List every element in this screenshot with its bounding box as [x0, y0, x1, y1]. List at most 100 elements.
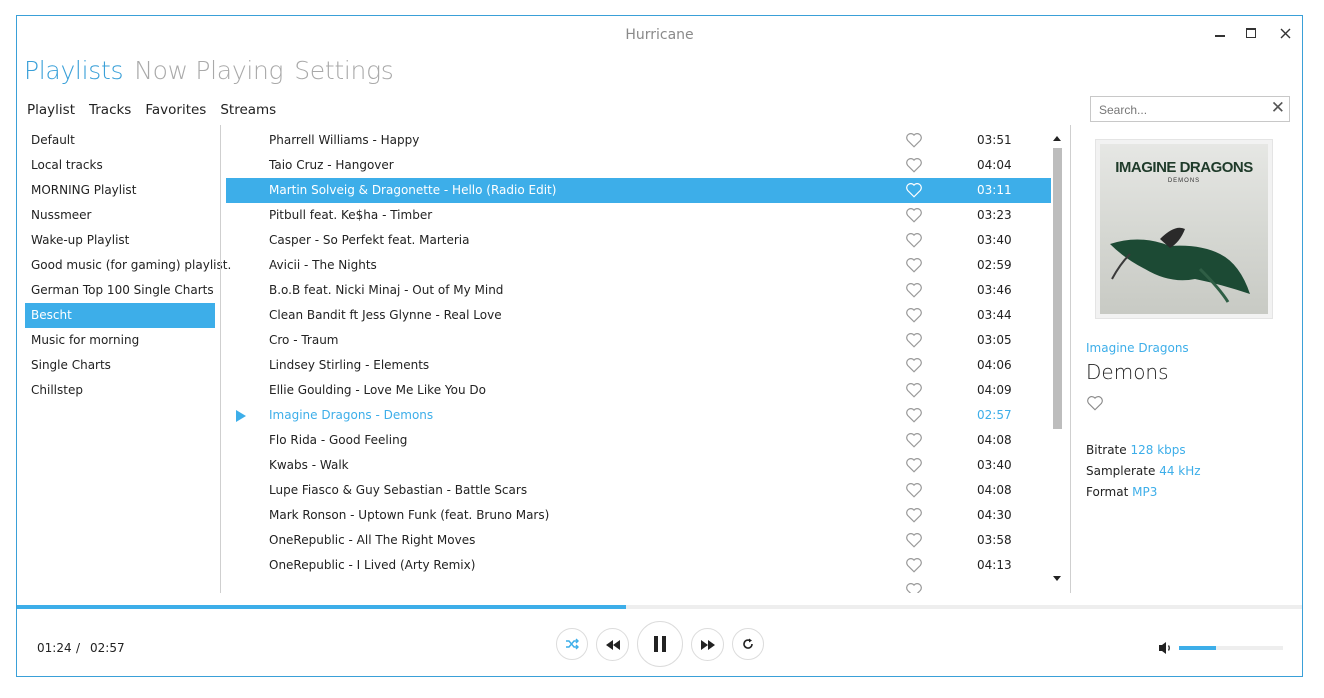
- repeat-button[interactable]: [732, 628, 764, 660]
- tab-now-playing[interactable]: Now Playing: [134, 56, 283, 85]
- title-bar[interactable]: Hurricane: [17, 16, 1302, 54]
- shuffle-icon: [566, 638, 579, 650]
- heart-icon[interactable]: [905, 281, 923, 299]
- track-duration: 04:30: [977, 508, 1012, 522]
- scroll-down-icon[interactable]: [1053, 576, 1061, 581]
- track-row[interactable]: OneRepublic - All The Right Moves 03:58: [226, 528, 1051, 553]
- maximize-button[interactable]: [1236, 22, 1266, 44]
- minimize-button[interactable]: [1205, 22, 1235, 44]
- volume-fill: [1179, 646, 1217, 650]
- playlist-item[interactable]: Good music (for gaming) playlist.: [25, 253, 231, 278]
- main-tabs: Playlists Now Playing Settings: [24, 56, 405, 85]
- heart-icon[interactable]: [905, 181, 923, 199]
- close-icon: [1280, 28, 1290, 38]
- track-title: Casper - So Perfekt feat. Marteria: [269, 233, 470, 247]
- close-button[interactable]: [1270, 22, 1300, 44]
- heart-icon[interactable]: [905, 331, 923, 349]
- track-title: Ellie Goulding - Love Me Like You Do: [269, 383, 486, 397]
- heart-icon[interactable]: [905, 406, 923, 424]
- subtab-tracks[interactable]: Tracks: [89, 102, 131, 118]
- favorite-heart-icon[interactable]: [1086, 394, 1104, 412]
- current-time: 01:24: [37, 641, 72, 655]
- pause-button[interactable]: [637, 621, 683, 667]
- heart-icon[interactable]: [905, 456, 923, 474]
- next-button[interactable]: [691, 628, 724, 661]
- playlist-item[interactable]: Nussmeer: [25, 203, 215, 228]
- playlist-item[interactable]: Bescht: [25, 303, 215, 328]
- cover-band-text: IMAGINE DRAGONS: [1115, 159, 1253, 176]
- subtab-streams[interactable]: Streams: [220, 102, 276, 118]
- heart-icon[interactable]: [905, 131, 923, 149]
- volume-slider[interactable]: [1179, 646, 1283, 650]
- playlist-item[interactable]: MORNING Playlist: [25, 178, 215, 203]
- heart-icon[interactable]: [905, 306, 923, 324]
- track-duration: 03:58: [977, 533, 1012, 547]
- track-row[interactable]: Ellie Goulding - Love Me Like You Do 04:0…: [226, 378, 1051, 403]
- heart-icon[interactable]: [905, 581, 923, 593]
- track-row[interactable]: Taio Cruz - Hangover 04:04: [226, 153, 1051, 178]
- track-duration: 02:59: [977, 258, 1012, 272]
- heart-icon[interactable]: [905, 556, 923, 574]
- track-row[interactable]: Mark Ronson - Uptown Funk (feat. Bruno M…: [226, 503, 1051, 528]
- track-row[interactable]: Avicii - The Nights 02:59: [226, 253, 1051, 278]
- track-scrollbar[interactable]: [1051, 128, 1065, 593]
- playlist-item[interactable]: Music for morning: [25, 328, 215, 353]
- track-duration: 04:13: [977, 558, 1012, 572]
- track-duration: 04:09: [977, 383, 1012, 397]
- track-duration: 04:08: [977, 433, 1012, 447]
- track-title: Imagine Dragons - Demons: [269, 408, 434, 422]
- scroll-up-icon[interactable]: [1053, 136, 1061, 141]
- volume-icon[interactable]: [1158, 641, 1174, 655]
- track-title: Pitbull feat. Ke$ha - Timber: [269, 208, 433, 222]
- playlist-list: Default Local tracks MORNING Playlist Nussm…: [25, 128, 231, 403]
- track-row[interactable]: Imagine Dragons - Demons 02:57: [226, 403, 1051, 428]
- playlist-item[interactable]: Chillstep: [25, 378, 215, 403]
- playlist-item[interactable]: Wake-up Playlist: [25, 228, 215, 253]
- track-row[interactable]: B.o.B feat. Nicki Minaj - Out of My Mind…: [226, 278, 1051, 303]
- clear-search-icon[interactable]: ✕: [1271, 98, 1285, 118]
- track-row[interactable]: Martin Solveig & Dragonette - Hello (Rad…: [226, 178, 1051, 203]
- heart-icon[interactable]: [905, 381, 923, 399]
- track-row[interactable]: Lindsey Stirling - Elements 04:06: [226, 353, 1051, 378]
- track-row[interactable]: Flo Rida - Good Feeling 04:08: [226, 428, 1051, 453]
- bitrate-value: 128 kbps: [1130, 443, 1186, 457]
- track-duration: 03:40: [977, 233, 1012, 247]
- track-row[interactable]: Casper - So Perfekt feat. Marteria 03:40: [226, 228, 1051, 253]
- shuffle-button[interactable]: [556, 628, 588, 660]
- progress-bar[interactable]: [17, 605, 1302, 609]
- heart-icon[interactable]: [905, 206, 923, 224]
- track-row[interactable]: OneRepublic - I Lived (Arty Remix) 04:13: [226, 553, 1051, 578]
- playlist-item[interactable]: German Top 100 Single Charts: [25, 278, 215, 303]
- track-row[interactable]: Cro - Traum 03:05: [226, 328, 1051, 353]
- track-row[interactable]: Lupe Fiasco & Guy Sebastian - Battle Sca…: [226, 478, 1051, 503]
- playlist-item[interactable]: Single Charts: [25, 353, 215, 378]
- track-row[interactable]: Pharrell Williams - Happy 03:51: [226, 128, 1051, 153]
- now-playing-indicator-icon: [236, 410, 246, 422]
- scrollbar-thumb[interactable]: [1053, 148, 1062, 429]
- track-row[interactable]: Kwabs - Walk 03:40: [226, 453, 1051, 478]
- heart-icon[interactable]: [905, 531, 923, 549]
- tab-settings[interactable]: Settings: [294, 56, 394, 85]
- playlist-item[interactable]: Local tracks: [25, 153, 215, 178]
- subtab-playlist[interactable]: Playlist: [27, 102, 75, 118]
- previous-icon: [605, 639, 620, 650]
- track-row[interactable]: Clean Bandit ft Jess Glynne - Real Love 0…: [226, 303, 1051, 328]
- heart-icon[interactable]: [905, 156, 923, 174]
- track-row[interactable]: Pitbull feat. Ke$ha - Timber 03:23: [226, 203, 1051, 228]
- app-window: Hurricane Playlists Now Playing Settings…: [16, 15, 1303, 677]
- heart-icon[interactable]: [905, 481, 923, 499]
- heart-icon[interactable]: [905, 356, 923, 374]
- heart-icon[interactable]: [905, 431, 923, 449]
- previous-button[interactable]: [596, 628, 629, 661]
- heart-icon[interactable]: [905, 256, 923, 274]
- subtab-favorites[interactable]: Favorites: [145, 102, 206, 118]
- search-input[interactable]: [1097, 98, 1271, 122]
- tab-playlists[interactable]: Playlists: [24, 56, 123, 85]
- track-title: Martin Solveig & Dragonette - Hello (Rad…: [269, 183, 557, 197]
- heart-icon[interactable]: [905, 506, 923, 524]
- playlist-item[interactable]: Default: [25, 128, 215, 153]
- track-list: Pharrell Williams - Happy 03:51 Taio Cruz …: [226, 128, 1051, 593]
- track-row[interactable]: [226, 578, 1051, 593]
- divider: [1070, 125, 1071, 593]
- heart-icon[interactable]: [905, 231, 923, 249]
